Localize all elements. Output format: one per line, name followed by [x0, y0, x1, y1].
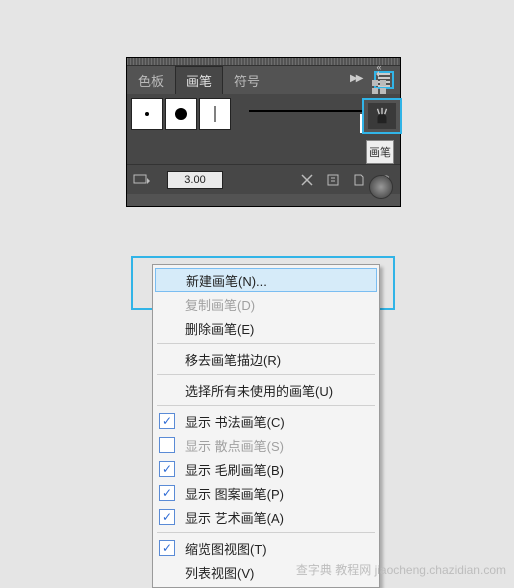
- tab-swatches[interactable]: 色板: [127, 66, 175, 95]
- checkmark-icon: ✓: [159, 509, 175, 525]
- watermark-text: 查字典 教程网 jiaocheng.chazidian.com: [296, 561, 506, 578]
- brush-swatch-small[interactable]: [131, 98, 163, 130]
- menu-item[interactable]: ✓ 缩览图视图(T): [153, 536, 379, 560]
- dock-brushes-label[interactable]: 画笔: [366, 140, 394, 164]
- brush-swatch-area: [127, 94, 239, 164]
- menu-item-label: 缩览图视图(T): [185, 539, 267, 558]
- menu-item-label: 显示 图案画笔(P): [185, 484, 284, 503]
- menu-item-label: 显示 毛刷画笔(B): [185, 460, 284, 479]
- checkmark-icon: ✓: [159, 461, 175, 477]
- panel-tab-row: 色板 画笔 符号 ▶▶: [127, 66, 400, 94]
- color-wheel-icon[interactable]: [370, 176, 392, 198]
- stroke-size-field[interactable]: 3.00: [167, 171, 223, 189]
- brush-type-dropdown[interactable]: [133, 173, 159, 187]
- menu-item-label: 复制画笔(D): [185, 295, 255, 314]
- menu-item-label: 移去画笔描边(R): [185, 350, 281, 369]
- brush-cup-icon: [373, 107, 391, 125]
- menu-separator: [157, 374, 375, 375]
- checkmark-icon: ✓: [159, 437, 175, 453]
- menu-item[interactable]: 删除画笔(E): [153, 316, 379, 340]
- menu-item[interactable]: ✓ 显示 艺术画笔(A): [153, 505, 379, 529]
- tab-brushes[interactable]: 画笔: [175, 66, 223, 94]
- panel-options-menu: 新建画笔(N)... 复制画笔(D) 删除画笔(E) 移去画笔描边(R) 选择所有未使用…: [152, 264, 380, 588]
- menu-item-label: 显示 书法画笔(C): [185, 412, 285, 431]
- menu-item[interactable]: 新建画笔(N)...: [155, 268, 377, 292]
- brush-swatch-stroke[interactable]: [199, 98, 231, 130]
- remove-stroke-icon[interactable]: [298, 171, 316, 189]
- menu-item[interactable]: ✓ 显示 毛刷画笔(B): [153, 457, 379, 481]
- menu-item: 复制画笔(D): [153, 292, 379, 316]
- checkmark-icon: ✓: [159, 485, 175, 501]
- menu-item[interactable]: ✓ 显示 书法画笔(C): [153, 409, 379, 433]
- menu-item-label: 列表视图(V): [185, 563, 254, 582]
- menu-item-label: 选择所有未使用的画笔(U): [185, 381, 333, 400]
- checkmark-icon: ✓: [159, 540, 175, 556]
- menu-separator: [157, 405, 375, 406]
- grid-view-icon[interactable]: [364, 78, 394, 96]
- panel-body: 基本: [127, 94, 400, 164]
- menu-item-label: 显示 艺术画笔(A): [185, 508, 284, 527]
- brushes-panel: 色板 画笔 符号 ▶▶ 基本 3.00: [126, 57, 401, 207]
- menu-item[interactable]: 选择所有未使用的画笔(U): [153, 378, 379, 402]
- menu-item-label: 删除画笔(E): [185, 319, 254, 338]
- panel-right-dock: «: [364, 62, 394, 96]
- menu-item-label: 新建画笔(N)...: [186, 271, 267, 290]
- menu-item[interactable]: ✓ 显示 图案画笔(P): [153, 481, 379, 505]
- menu-item[interactable]: 移去画笔描边(R): [153, 347, 379, 371]
- menu-item: ✓ 显示 散点画笔(S): [153, 433, 379, 457]
- brush-swatch-medium[interactable]: [165, 98, 197, 130]
- dock-collapse-icon[interactable]: «: [364, 62, 394, 72]
- tab-symbols[interactable]: 符号: [223, 66, 271, 95]
- menu-separator: [157, 343, 375, 344]
- stroke-options-icon[interactable]: [324, 171, 342, 189]
- panel-footer: 3.00: [127, 164, 400, 194]
- checkmark-icon: ✓: [159, 413, 175, 429]
- dock-brushes-button[interactable]: [362, 98, 402, 134]
- menu-separator: [157, 532, 375, 533]
- new-brush-icon[interactable]: [350, 171, 368, 189]
- menu-item-label: 显示 散点画笔(S): [185, 436, 284, 455]
